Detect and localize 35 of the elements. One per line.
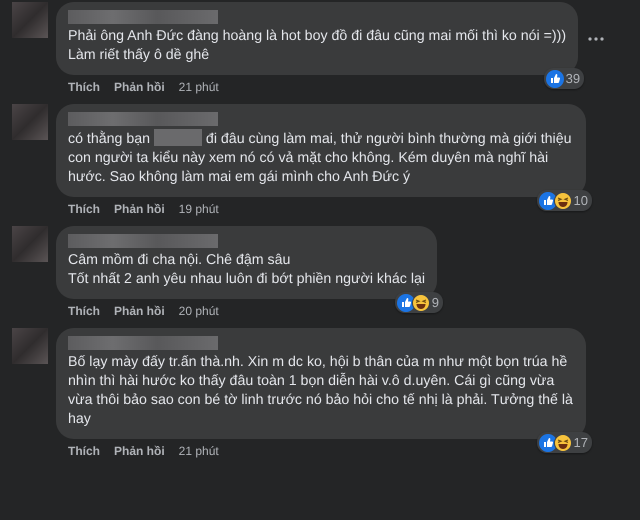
like-icon [538,434,557,452]
comment-time: 19 phút [178,202,219,216]
blurred-avatar [12,2,48,38]
comment-time: 21 phút [178,80,219,94]
comment-time: 20 phút [178,304,219,318]
laughing-emoji-icon [554,192,572,210]
like-icon [538,192,557,210]
comment-action-link[interactable]: Thích [68,80,100,94]
comment-action-link[interactable]: Phản hồi [114,304,165,318]
laughing-emoji-icon [412,294,430,312]
blurred-avatar [12,328,48,364]
blurred-name [154,129,202,146]
comment-text: Phải ông Anh Đức đàng hoàng là hot boy đồ đi đâu cũng mai mối thì ko nói =))) [68,27,566,46]
comment-action-link[interactable]: Phản hồi [114,80,165,94]
comment-action-link[interactable]: Thích [68,444,100,458]
comment-action-link[interactable]: Phản hồi [114,444,165,458]
blurred-avatar [12,104,48,140]
reaction-summary[interactable]: 9 [394,292,444,313]
like-icon [546,70,564,88]
comment-text: Làm riết thấy ô dề ghê [68,46,210,65]
laughing-emoji-icon [554,434,572,452]
reaction-summary[interactable]: 17 [536,432,592,453]
more-options-icon[interactable] [588,36,604,40]
comment-text: Câm mồm đi cha nội. Chê đậm sâu [68,251,292,270]
comment-action-link[interactable]: Phản hồi [114,202,165,216]
comment-text: Tốt nhất 2 anh yêu nhau luôn đi bớt phiền người khác lại [68,270,426,289]
reaction-summary[interactable]: 10 [536,190,592,211]
comment-action-link[interactable]: Thích [68,202,100,216]
like-icon [396,294,415,312]
comment-text: có thằng bạn đi đâu cùng làm mai, thử người bình thường mà giới thiệu con người ta kiểu này xem nó có vả mặt cho không. Kém duyên mà nghĩ hài hước. Sao không làm mai em gái mình cho Anh Đức ý [68,129,572,187]
reaction-summary[interactable]: 39 [544,68,584,89]
comment-action-link[interactable]: Thích [68,304,100,318]
blurred-avatar [12,226,48,262]
comment-time: 21 phút [178,444,219,458]
comment-text: Bố lạy mày đấy tr.ấn thà.nh. Xin m dc ko, hội b thân của m như một bọn trúa hề nhìn thì hài hước ko thấy đâu toàn 1 bọn diễn hài v.ô d.uyên. Cái gì cũng vừa vừa thôi bảo sao con bé tờ linh trước nó bảo hỏi cho tế nhị là phải. Tưởng thế là hay [68,353,574,429]
